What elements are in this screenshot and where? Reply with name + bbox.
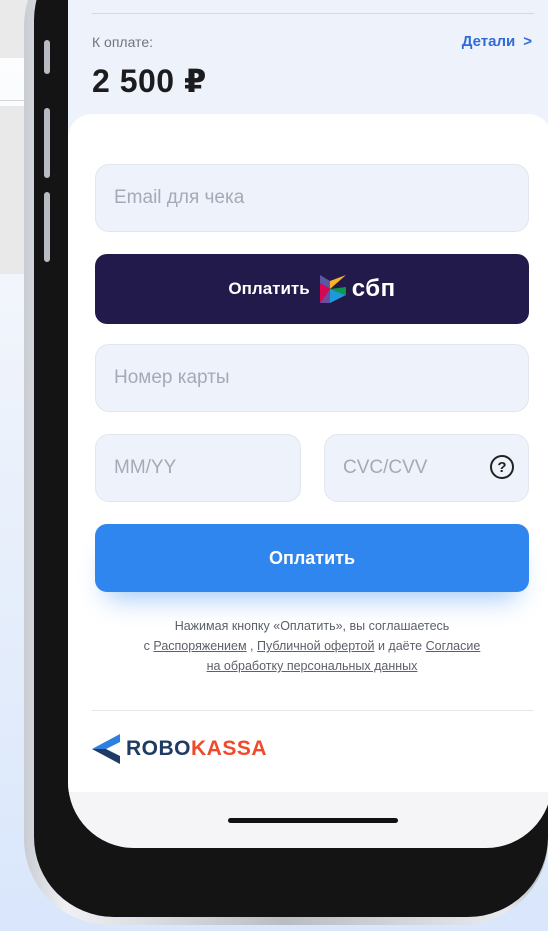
phone-frame: К оплате: Детали > 2 500 ₽ Email для чека… <box>24 0 548 925</box>
consent-prefix: с <box>143 639 154 653</box>
help-glyph: ? <box>497 458 507 476</box>
footer-divider <box>92 710 534 711</box>
amount-value: 2 500 ₽ <box>92 63 207 99</box>
phone-side-button <box>44 108 50 178</box>
details-label: Детали <box>461 33 516 50</box>
personal-data-link[interactable]: на обработку персональных данных <box>207 659 418 673</box>
phone-side-button <box>44 40 50 74</box>
chevron-left-icon[interactable] <box>90 0 104 1</box>
email-placeholder: Email для чека <box>114 187 245 208</box>
robokassa-wordmark-part2: KASSA <box>191 737 268 760</box>
consent-text: Нажимая кнопку «Оплатить», вы соглашаете… <box>92 616 532 676</box>
cvc-placeholder: CVC/CVV <box>343 457 428 478</box>
home-indicator[interactable] <box>228 818 398 823</box>
email-field[interactable]: Email для чека <box>95 164 529 232</box>
consent-line1: Нажимая кнопку «Оплатить», вы соглашаете… <box>174 619 450 633</box>
phone-screen: К оплате: Детали > 2 500 ₽ Email для чека… <box>68 0 548 848</box>
amount-due-label: К оплате: <box>92 34 153 50</box>
robokassa-wordmark-part1: ROBO <box>126 737 191 760</box>
help-icon[interactable]: ? <box>490 455 514 479</box>
sbp-logo-text: сбп <box>351 275 396 302</box>
card-number-placeholder: Номер карты <box>114 367 230 388</box>
details-link[interactable]: Детали > <box>462 33 532 50</box>
header-area: К оплате: Детали > 2 500 ₽ <box>68 0 548 130</box>
pay-button-label: Оплатить <box>268 547 356 568</box>
robokassa-logo: ROBOKASSA <box>92 734 267 764</box>
cvc-field[interactable]: CVC/CVV ? <box>324 434 529 502</box>
chevron-right-icon: > <box>523 33 532 50</box>
robokassa-logo-icon <box>92 734 120 764</box>
order-link[interactable]: Распоряжением <box>153 639 246 653</box>
consent-separator: и даёте <box>374 639 426 653</box>
expiry-field[interactable]: MM/YY <box>95 434 301 502</box>
pay-button[interactable]: Оплатить <box>95 524 529 592</box>
phone-side-button <box>44 192 50 262</box>
public-offer-link[interactable]: Публичной офертой <box>257 639 374 653</box>
header-divider <box>92 13 534 14</box>
expiry-placeholder: MM/YY <box>114 457 177 478</box>
sbp-pay-label: Оплатить <box>228 279 310 298</box>
robokassa-wordmark: ROBOKASSA <box>126 737 267 761</box>
sbp-pay-button[interactable]: Оплатить сбп <box>95 254 529 324</box>
consent-separator: , <box>246 639 257 653</box>
card-number-field[interactable]: Номер карты <box>95 344 529 412</box>
consent-link[interactable]: Согласие <box>426 639 481 653</box>
sbp-logo-icon: сбп <box>319 275 396 303</box>
